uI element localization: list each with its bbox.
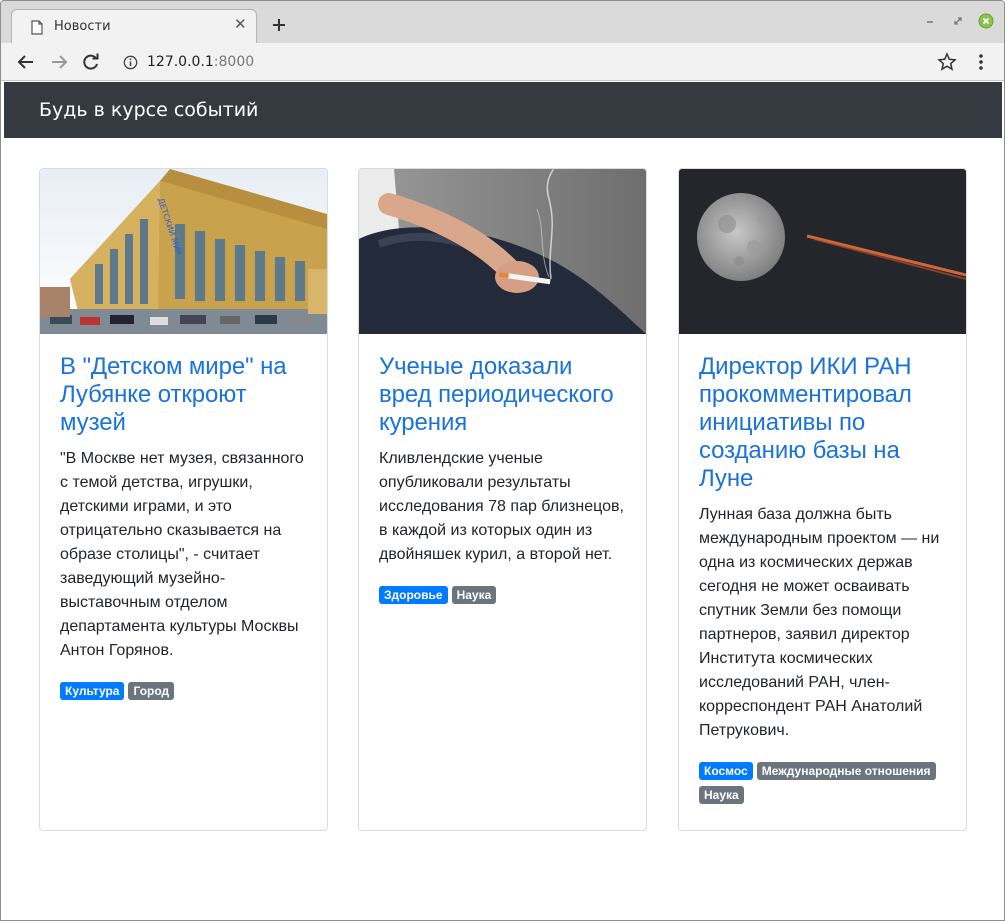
card-text: "В Москве нет музея, связанного с темой … (60, 450, 304, 659)
url-host: 127.0.0.1 (147, 54, 214, 70)
minimize-icon[interactable] (922, 13, 938, 29)
navbar-brand[interactable]: Будь в курсе событий (39, 99, 258, 121)
tag-badge[interactable]: Город (128, 682, 175, 700)
url-port: :8000 (213, 54, 255, 70)
window-close-icon[interactable] (978, 13, 994, 29)
navbar: Будь в курсе событий (4, 82, 1002, 138)
tab-title: Новости (54, 19, 111, 34)
news-card: Директор ИКИ РАН прокомментировал инициа… (678, 168, 967, 831)
card-body: Ученые доказали вред периодического куре… (379, 353, 629, 610)
browser-window: Новости ✕ 127.0.0.1:8000 Будь в курсе со… (0, 0, 1005, 921)
new-tab-icon[interactable] (269, 15, 289, 35)
info-icon[interactable] (123, 55, 138, 70)
forward-arrow-icon[interactable] (48, 51, 70, 73)
tag-list: Космос Международные отношения Наука (699, 762, 949, 810)
menu-kebab-icon[interactable] (970, 51, 992, 73)
news-card: ДЕТСКИЙ МИР В "Детском мире" на Лубянке … (39, 168, 328, 831)
card-text: Лунная база должна быть международным пр… (699, 506, 940, 739)
tab-strip: Новости ✕ (1, 1, 1004, 44)
card-title[interactable]: В "Детском мире" на Лубянке откроют музе… (60, 353, 310, 437)
news-card: Ученые доказали вред периодического куре… (358, 168, 647, 831)
maximize-icon[interactable] (950, 13, 966, 29)
browser-tab[interactable]: Новости ✕ (11, 9, 257, 44)
tag-badge[interactable]: Космос (699, 762, 753, 780)
tag-badge[interactable]: Культура (60, 682, 125, 700)
card-body: Директор ИКИ РАН прокомментировал инициа… (699, 353, 949, 810)
back-arrow-icon[interactable] (15, 51, 37, 73)
card-title[interactable]: Директор ИКИ РАН прокомментировал инициа… (699, 353, 949, 493)
tag-list: Здоровье Наука (379, 586, 629, 610)
document-icon (31, 20, 43, 35)
card-image (679, 169, 966, 334)
reload-icon[interactable] (80, 51, 102, 73)
card-image (359, 169, 646, 334)
card-text: Кливлендские ученые опубликовали результ… (379, 450, 624, 563)
tag-badge[interactable]: Здоровье (379, 586, 448, 604)
address-bar[interactable]: 127.0.0.1:8000 (147, 54, 254, 70)
browser-toolbar: 127.0.0.1:8000 (1, 43, 1004, 81)
card-image: ДЕТСКИЙ МИР (40, 169, 327, 334)
card-title[interactable]: Ученые доказали вред периодического куре… (379, 353, 629, 437)
bookmark-star-icon[interactable] (936, 51, 958, 73)
tag-list: Культура Город (60, 682, 310, 706)
card-body: В "Детском мире" на Лубянке откроют музе… (60, 353, 310, 706)
tag-badge[interactable]: Наука (451, 586, 497, 604)
tag-badge[interactable]: Наука (699, 786, 744, 804)
close-tab-icon[interactable]: ✕ (234, 17, 248, 32)
tag-badge[interactable]: Международные отношения (756, 762, 936, 780)
